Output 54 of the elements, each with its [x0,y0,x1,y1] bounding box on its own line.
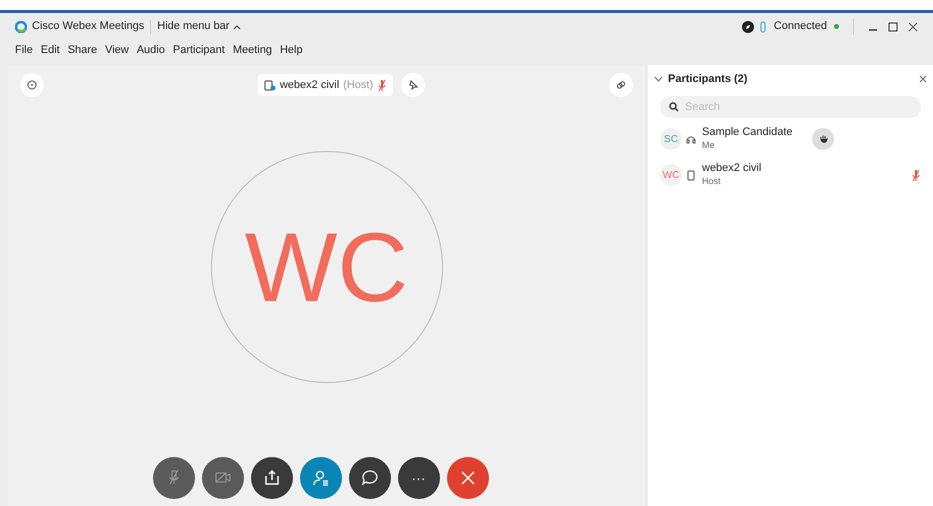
connection-status: Connected [774,19,827,34]
participants-button[interactable] [300,457,342,499]
panel-title: Participants (2) [668,72,748,87]
avatar: WC [210,151,442,383]
close-button[interactable] [908,22,918,32]
pin-button[interactable] [401,73,426,97]
mute-button[interactable] [152,457,194,499]
maximize-icon [888,22,898,32]
close-panel-button[interactable] [919,75,927,83]
more-button[interactable]: ··· [398,457,440,499]
end-meeting-button[interactable] [446,457,488,499]
participant-role: Host [702,175,722,188]
speaker-name: webex2 civil [280,78,340,93]
menu-item[interactable]: Edit [40,42,60,59]
close-icon [919,75,927,83]
menu-item[interactable]: File [15,42,33,59]
participant-name: Sample Candidate [702,126,794,139]
share-button[interactable] [250,457,292,499]
minimize-icon [868,29,878,31]
chevron-down-icon [654,76,663,82]
device-icon [264,80,276,90]
participant-row[interactable]: SC Sample Candidate Me [648,124,933,154]
maximize-button[interactable] [888,22,898,32]
chat-icon [360,468,380,488]
minimize-button[interactable] [868,29,878,31]
hide-menu-bar-button[interactable]: Hide menu bar [157,18,242,35]
headset-icon [686,134,696,144]
menu-item[interactable]: Participant [172,42,225,59]
participant-row[interactable]: WC webex2 civil Host [648,160,933,190]
participant-avatar: WC [660,164,682,186]
link-button[interactable] [608,73,633,97]
menu-item[interactable]: View [105,42,129,59]
menu-item[interactable]: Meeting [232,42,272,59]
speaker-role: (Host) [343,78,374,93]
phone-icon [686,170,696,180]
close-icon [908,22,918,32]
participant-name: webex2 civil [702,162,762,175]
chat-button[interactable] [348,457,390,499]
target-icon [27,80,37,90]
participant-list-icon [310,468,330,488]
chevron-up-icon [233,24,242,30]
link-icon [616,80,626,90]
menu-item[interactable]: Help [280,42,303,59]
app-logo-icon [15,20,27,32]
compass-icon [742,20,754,32]
participant-avatar: SC [660,128,682,150]
menu-item[interactable]: Share [68,42,98,59]
menu-item[interactable]: Audio [136,42,165,59]
window-title: Cisco Webex Meetings [32,19,144,34]
video-button[interactable] [202,457,244,499]
search-icon [669,102,679,112]
collapse-button[interactable] [654,76,663,82]
participant-role: Me [702,139,716,152]
layout-button[interactable] [20,73,44,97]
